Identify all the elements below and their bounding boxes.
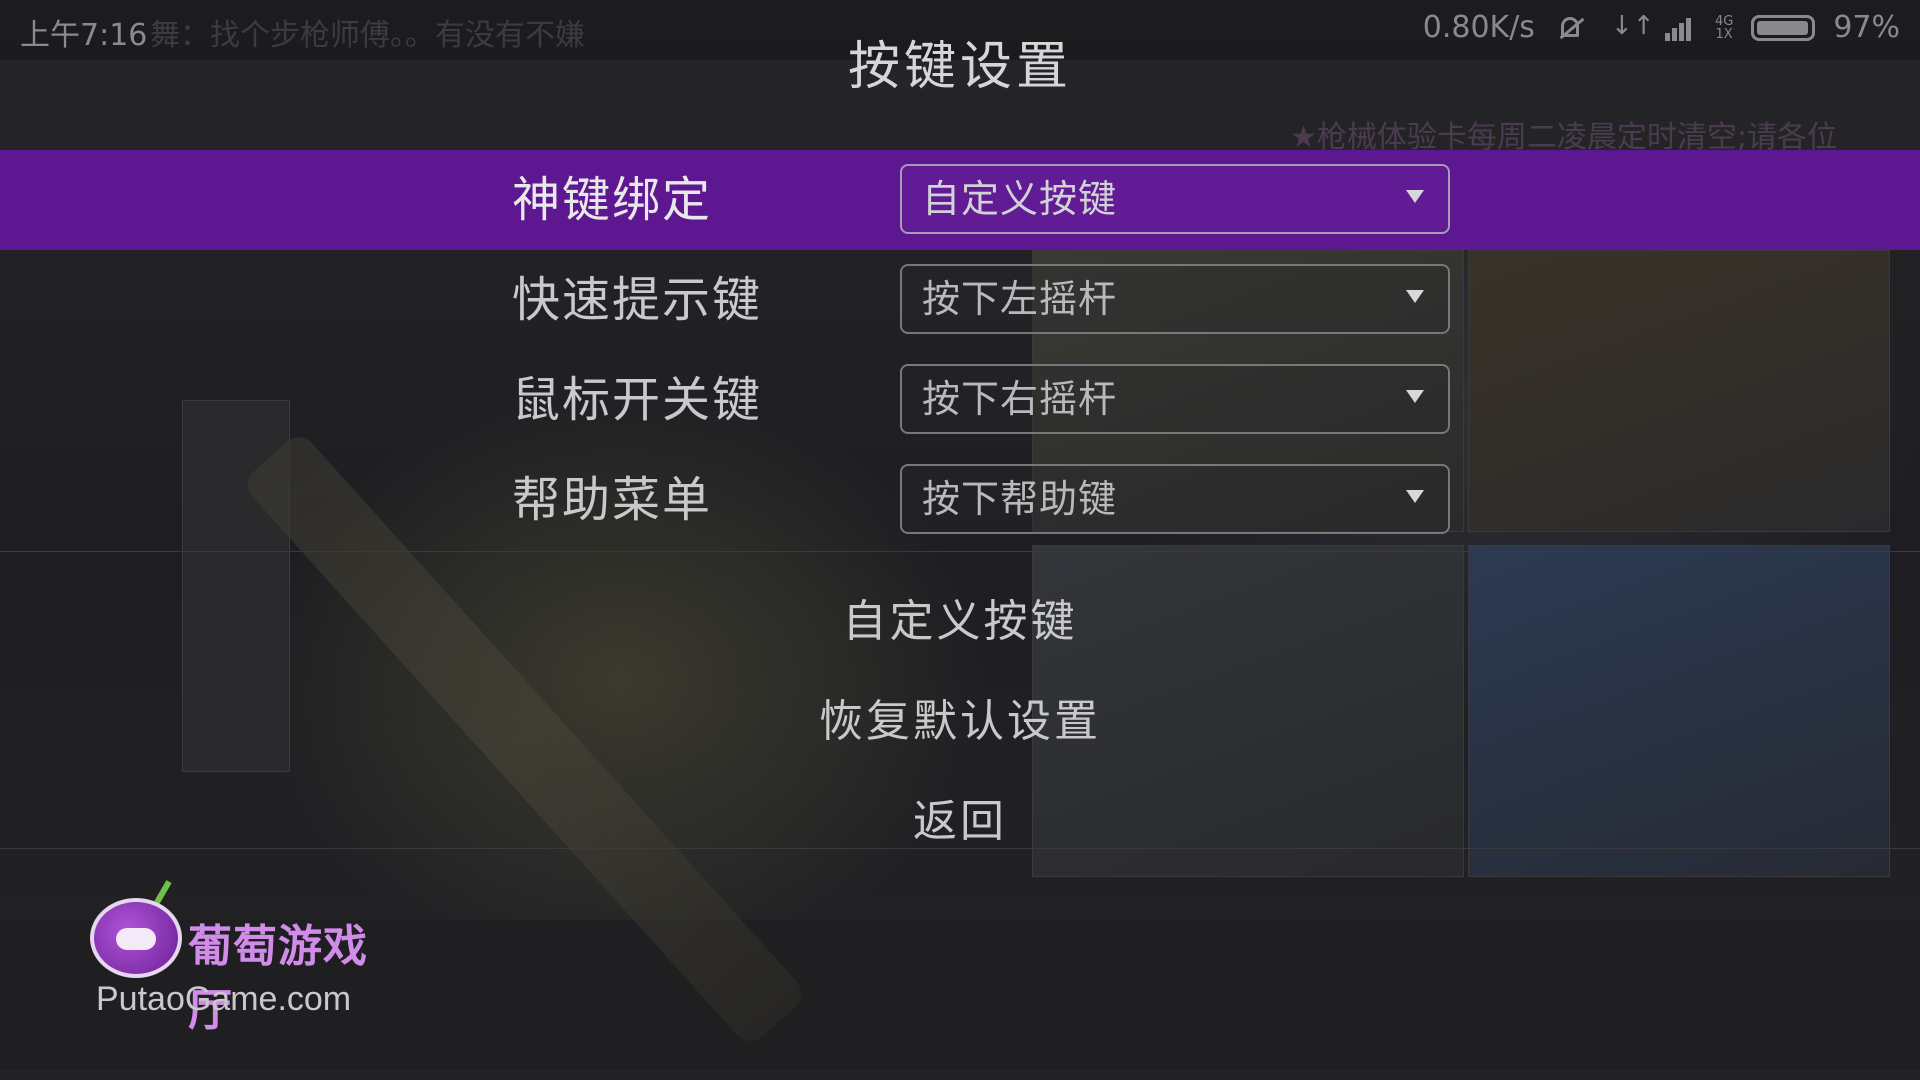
setting-row-quick-hint[interactable]: 快速提示键 按下左摇杆 [0, 250, 1920, 350]
setting-label: 神键绑定 [512, 172, 713, 228]
setting-dropdown[interactable]: 自定义按键 [900, 164, 1450, 234]
setting-label: 帮助菜单 [512, 472, 713, 528]
divider [0, 551, 1920, 552]
watermark: 葡萄游戏厅 PutaoGame.com [90, 880, 410, 1036]
setting-label: 鼠标开关键 [512, 372, 763, 428]
screen: ★枪械体验卡每周二凌晨定时清空;请各位 上午7:16 舞：找个步枪师傅。。有没有… [0, 0, 1920, 1080]
dropdown-caret-icon [1406, 190, 1424, 203]
setting-dropdown[interactable]: 按下帮助键 [900, 464, 1450, 534]
setting-dropdown[interactable]: 按下左摇杆 [900, 264, 1450, 334]
setting-row-mouse-toggle[interactable]: 鼠标开关键 按下右摇杆 [0, 350, 1920, 450]
dropdown-value: 按下左摇杆 [922, 277, 1118, 321]
setting-row-god-key[interactable]: 神键绑定 自定义按键 [0, 150, 1920, 250]
dropdown-caret-icon [1406, 390, 1424, 403]
dropdown-value: 自定义按键 [922, 177, 1118, 221]
dropdown-caret-icon [1406, 290, 1424, 303]
dropdown-value: 按下右摇杆 [922, 377, 1118, 421]
setting-label: 快速提示键 [512, 272, 763, 328]
divider [0, 848, 1920, 849]
restore-defaults-button[interactable]: 恢复默认设置 [0, 672, 1920, 772]
gamepad-grape-logo-icon [90, 898, 182, 978]
back-button[interactable]: 返回 [0, 772, 1920, 872]
dropdown-caret-icon [1406, 490, 1424, 503]
custom-keys-button[interactable]: 自定义按键 [0, 572, 1920, 672]
setting-row-help-menu[interactable]: 帮助菜单 按下帮助键 [0, 450, 1920, 550]
setting-dropdown[interactable]: 按下右摇杆 [900, 364, 1450, 434]
watermark-url: PutaoGame.com [96, 980, 352, 1018]
dropdown-value: 按下帮助键 [922, 477, 1118, 521]
dialog-title: 按键设置 [847, 37, 1072, 97]
grape-stem-icon [154, 880, 172, 904]
